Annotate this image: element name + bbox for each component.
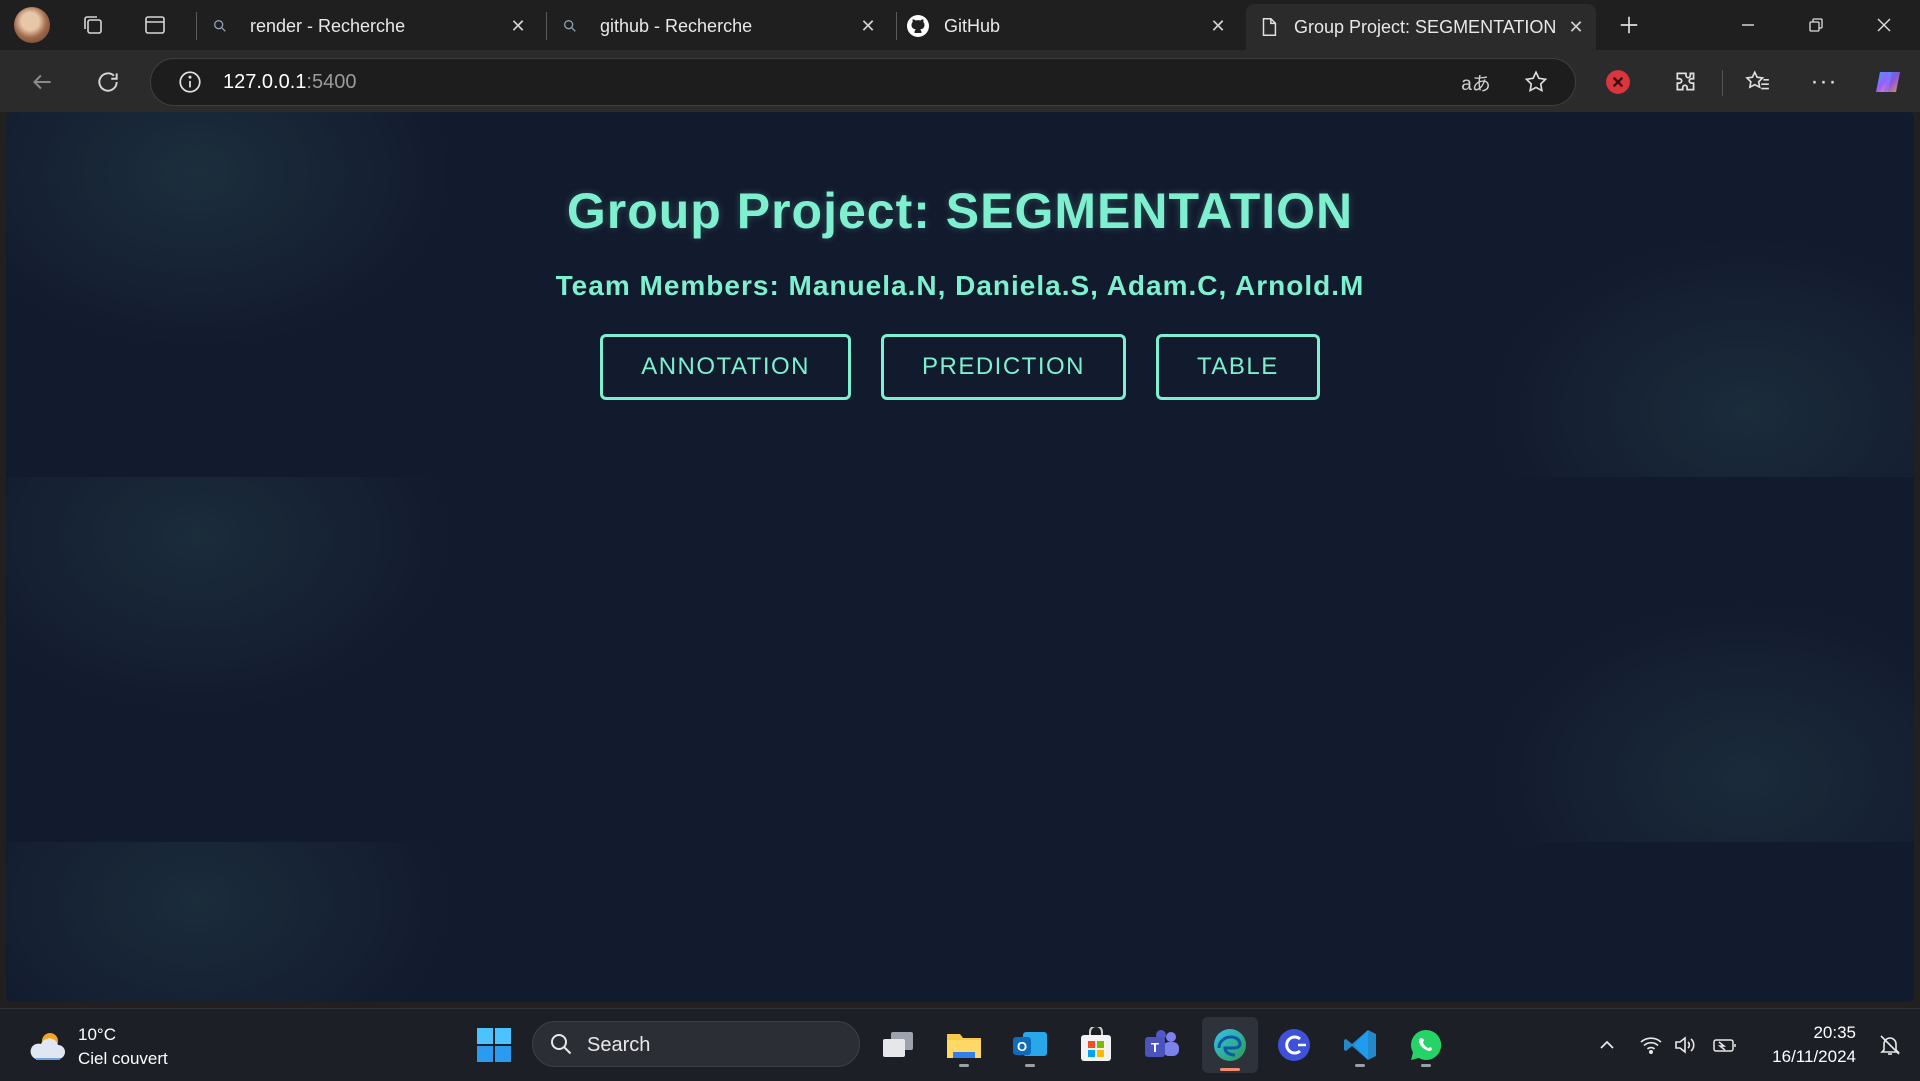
notifications-icon[interactable] [1878,1033,1902,1057]
ms-store-button[interactable] [1072,1021,1120,1069]
task-view-button[interactable] [874,1021,922,1069]
task-view-icon [883,1032,913,1057]
background-band [6,477,1914,842]
search-icon [551,1034,572,1055]
github-icon [907,15,929,37]
page-viewport: Group Project: SEGMENTATION Team Members… [6,112,1914,1002]
url-text[interactable]: 127.0.0.1:5400 [223,71,356,94]
svg-text:T: T [1151,1040,1159,1055]
cloud-weather-icon [30,1033,65,1060]
taskbar: 10°C Ciel couvert Search O T 20:35 16/11… [0,1008,1920,1081]
teams-icon: T [1145,1030,1179,1057]
clock[interactable]: 20:35 16/11/2024 [1772,1021,1856,1069]
outlook-icon: O [1013,1032,1047,1056]
toolbar-divider [1722,70,1723,96]
back-icon[interactable] [20,60,64,104]
tab-title: Group Project: SEGMENTATION [1294,16,1557,37]
favorite-star-icon[interactable] [1521,67,1551,97]
weather-condition: Ciel couvert [78,1049,168,1068]
svg-text:O: O [1017,1039,1027,1054]
teams-button[interactable]: T [1138,1021,1186,1069]
tab-github[interactable]: GitHub ✕ [906,6,1238,46]
tab-separator [196,12,197,40]
taskbar-search[interactable]: Search [532,1021,860,1067]
close-icon[interactable]: ✕ [1206,14,1230,38]
file-explorer-button[interactable] [940,1021,988,1069]
address-bar[interactable]: 127.0.0.1:5400 aあ [150,58,1576,106]
whatsapp-button[interactable] [1402,1021,1450,1069]
running-indicator [959,1064,969,1067]
browser-toolbar: 127.0.0.1:5400 aあ ··· [0,50,1920,112]
running-indicator [1025,1064,1035,1067]
close-icon[interactable]: ✕ [1564,15,1588,39]
folder-icon [947,1034,981,1058]
vscode-button[interactable] [1336,1021,1384,1069]
active-indicator [1220,1068,1240,1071]
table-button[interactable]: TABLE [1156,334,1320,400]
tab-strip: render - Recherche ✕ github - Recherche … [0,0,1920,50]
background-band [6,842,1914,1002]
tab-group-project[interactable]: Group Project: SEGMENTATION ✕ [1246,4,1596,50]
store-icon [1081,1027,1111,1061]
page-title: Group Project: SEGMENTATION [566,183,1354,239]
extension-blocked-icon[interactable] [1596,60,1640,104]
battery-icon[interactable] [1708,1037,1742,1053]
windows-icon [477,1028,511,1062]
search-icon [564,19,576,32]
site-info-icon[interactable] [175,67,205,97]
start-button[interactable] [470,1021,518,1069]
running-indicator [1355,1064,1365,1067]
whatsapp-icon [1410,1029,1442,1060]
restore-icon[interactable] [1782,0,1850,50]
outlook-button[interactable]: O [1006,1021,1054,1069]
copilot-app-button[interactable] [1270,1021,1318,1069]
refresh-icon[interactable] [86,60,130,104]
prediction-button[interactable]: PREDICTION [881,334,1127,400]
tab-title: github - Recherche [600,15,753,36]
clock-date: 16/11/2024 [1772,1047,1856,1066]
profile-avatar[interactable] [14,7,50,43]
running-indicator [1421,1064,1431,1067]
tab-separator [896,12,897,40]
tab-title: render - Recherche [250,15,406,36]
show-hidden-icons-icon[interactable] [1590,1036,1624,1054]
team-members: Team Members: Manuela.N, Daniela.S, Adam… [555,270,1365,301]
edge-button[interactable] [1202,1017,1258,1073]
tab-render-search[interactable]: render - Recherche ✕ [208,6,538,46]
new-tab-icon[interactable] [1606,5,1652,45]
close-icon[interactable]: ✕ [856,14,880,38]
app-c-icon [1278,1029,1310,1061]
clock-time: 20:35 [1813,1023,1856,1042]
wifi-icon[interactable] [1634,1036,1668,1054]
extensions-icon[interactable] [1664,60,1708,104]
close-window-icon[interactable] [1850,0,1918,50]
more-options-icon[interactable]: ··· [1802,60,1846,104]
minimize-icon[interactable] [1714,0,1782,50]
workspaces-icon[interactable] [70,5,116,45]
url-host: 127.0.0.1 [223,71,307,93]
system-tray [1590,1009,1742,1081]
annotation-button[interactable]: ANNOTATION [600,334,851,400]
weather-temp: 10°C [78,1025,116,1044]
copilot-icon[interactable] [1866,60,1910,104]
tab-separator [546,12,547,40]
nav-button-row: ANNOTATION PREDICTION TABLE [6,334,1914,400]
vertical-tabs-icon[interactable] [132,5,178,45]
close-icon[interactable]: ✕ [506,14,530,38]
tab-github-search[interactable]: github - Recherche ✕ [558,6,888,46]
weather-widget[interactable]: 10°C Ciel couvert [26,1023,168,1071]
favorites-icon[interactable] [1736,60,1780,104]
translate-icon[interactable]: aあ [1461,67,1491,97]
edge-icon [1214,1029,1246,1061]
search-icon [214,19,226,32]
search-label: Search [587,1034,651,1056]
tab-title: GitHub [944,15,1001,36]
page-icon [1262,18,1277,36]
volume-icon[interactable] [1668,1035,1702,1055]
vscode-icon [1344,1030,1376,1060]
url-port: :5400 [306,71,357,93]
